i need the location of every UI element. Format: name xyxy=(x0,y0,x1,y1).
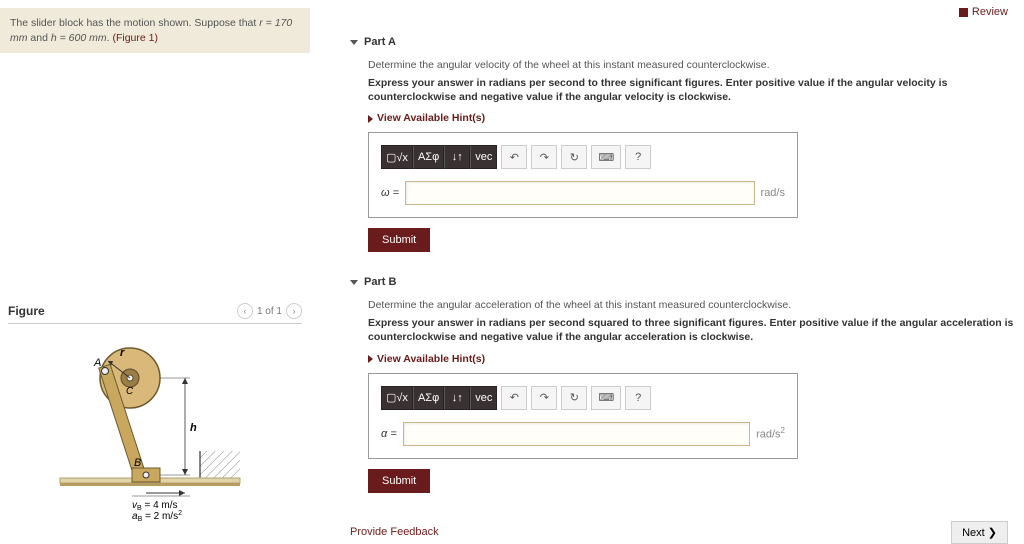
toolbar-redo-button[interactable]: ↷ xyxy=(531,386,557,410)
part-a: Part A Determine the angular velocity of… xyxy=(350,30,1016,252)
part-b-variable-label: α = xyxy=(381,428,397,440)
flag-icon xyxy=(959,8,968,17)
part-a-hints-link[interactable]: View Available Hint(s) xyxy=(368,112,485,124)
figure-pager: ‹ 1 of 1 › xyxy=(237,303,302,319)
part-b-answer-box: ▢√x ΑΣφ ↓↑ vec ↶ ↷ ↻ ⌨ ? α = xyxy=(368,373,798,459)
equation-toolbar: ▢√x ΑΣφ ↓↑ vec ↶ ↷ ↻ ⌨ ? xyxy=(381,386,785,410)
toolbar-subscript-button[interactable]: ↓↑ xyxy=(444,145,470,169)
toolbar-keyboard-button[interactable]: ⌨ xyxy=(591,145,621,169)
part-b-submit-button[interactable]: Submit xyxy=(368,469,430,493)
provide-feedback-link[interactable]: Provide Feedback xyxy=(350,526,439,538)
figure-diagram: A C r h B vB = 4 m/s aB = 2 m/s2 xyxy=(50,336,260,526)
svg-text:A: A xyxy=(93,357,101,369)
part-b-instructions: Express your answer in radians per secon… xyxy=(368,317,1016,344)
toolbar-vec-button[interactable]: vec xyxy=(470,145,497,169)
toolbar-undo-button[interactable]: ↶ xyxy=(501,145,527,169)
toolbar-reset-button[interactable]: ↻ xyxy=(561,145,587,169)
toolbar-greek-button[interactable]: ΑΣφ xyxy=(413,145,444,169)
caret-down-icon xyxy=(350,40,358,45)
part-b-unit-label: rad/s2 xyxy=(756,426,785,441)
svg-text:h: h xyxy=(190,422,197,434)
toolbar-greek-button[interactable]: ΑΣφ xyxy=(413,386,444,410)
toolbar-keyboard-button[interactable]: ⌨ xyxy=(591,386,621,410)
toolbar-subscript-button[interactable]: ↓↑ xyxy=(444,386,470,410)
problem-statement: The slider block has the motion shown. S… xyxy=(0,8,310,53)
toolbar-templates-button[interactable]: ▢√x xyxy=(381,386,413,410)
part-b-hints-link[interactable]: View Available Hint(s) xyxy=(368,353,485,365)
toolbar-templates-button[interactable]: ▢√x xyxy=(381,145,413,169)
svg-text:C: C xyxy=(126,386,134,397)
figure-prev-button[interactable]: ‹ xyxy=(237,303,253,319)
toolbar-help-button[interactable]: ? xyxy=(625,145,651,169)
figure-link[interactable]: (Figure 1) xyxy=(112,32,158,44)
figure-next-button[interactable]: › xyxy=(286,303,302,319)
toolbar-reset-button[interactable]: ↻ xyxy=(561,386,587,410)
toolbar-redo-button[interactable]: ↷ xyxy=(531,145,557,169)
part-a-header[interactable]: Part A xyxy=(350,30,1016,55)
part-b-answer-input[interactable] xyxy=(403,422,750,446)
part-a-instructions: Express your answer in radians per secon… xyxy=(368,77,1016,104)
part-b-header[interactable]: Part B xyxy=(350,270,1016,295)
figure-title: Figure xyxy=(8,304,45,318)
toolbar-vec-button[interactable]: vec xyxy=(470,386,497,410)
svg-text:B: B xyxy=(134,457,141,469)
triangle-right-icon xyxy=(368,355,373,363)
part-a-submit-button[interactable]: Submit xyxy=(368,228,430,252)
caret-down-icon xyxy=(350,280,358,285)
triangle-right-icon xyxy=(368,115,373,123)
part-a-unit-label: rad/s xyxy=(761,187,785,199)
part-a-prompt: Determine the angular velocity of the wh… xyxy=(368,59,1016,71)
part-a-answer-input[interactable] xyxy=(405,181,754,205)
next-button[interactable]: Next ❯ xyxy=(951,521,1008,544)
svg-text:r: r xyxy=(120,347,125,359)
toolbar-help-button[interactable]: ? xyxy=(625,386,651,410)
part-b: Part B Determine the angular acceleratio… xyxy=(350,270,1016,492)
part-a-variable-label: ω = xyxy=(381,187,399,199)
part-a-answer-box: ▢√x ΑΣφ ↓↑ vec ↶ ↷ ↻ ⌨ ? ω = xyxy=(368,132,798,218)
part-b-prompt: Determine the angular acceleration of th… xyxy=(368,299,1016,311)
review-link[interactable]: Review xyxy=(972,6,1008,18)
toolbar-undo-button[interactable]: ↶ xyxy=(501,386,527,410)
equation-toolbar: ▢√x ΑΣφ ↓↑ vec ↶ ↷ ↻ ⌨ ? xyxy=(381,145,785,169)
